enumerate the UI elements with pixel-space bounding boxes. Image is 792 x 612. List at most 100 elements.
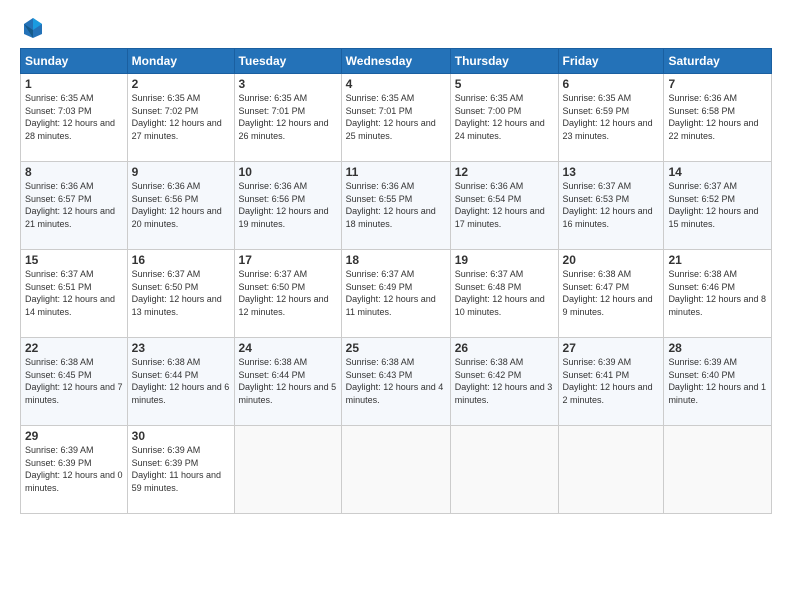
- day-info: Sunrise: 6:37 AM Sunset: 6:53 PM Dayligh…: [563, 181, 653, 229]
- day-cell: 23 Sunrise: 6:38 AM Sunset: 6:44 PM Dayl…: [127, 338, 234, 426]
- weekday-header-saturday: Saturday: [664, 49, 772, 74]
- day-info: Sunrise: 6:38 AM Sunset: 6:46 PM Dayligh…: [668, 269, 766, 317]
- day-cell: 4 Sunrise: 6:35 AM Sunset: 7:01 PM Dayli…: [341, 74, 450, 162]
- day-cell: 19 Sunrise: 6:37 AM Sunset: 6:48 PM Dayl…: [450, 250, 558, 338]
- day-cell: 21 Sunrise: 6:38 AM Sunset: 6:46 PM Dayl…: [664, 250, 772, 338]
- weekday-header-tuesday: Tuesday: [234, 49, 341, 74]
- week-row-4: 22 Sunrise: 6:38 AM Sunset: 6:45 PM Dayl…: [21, 338, 772, 426]
- day-number: 20: [563, 253, 660, 267]
- day-info: Sunrise: 6:37 AM Sunset: 6:48 PM Dayligh…: [455, 269, 545, 317]
- day-number: 18: [346, 253, 446, 267]
- day-info: Sunrise: 6:35 AM Sunset: 7:01 PM Dayligh…: [239, 93, 329, 141]
- weekday-header-row: SundayMondayTuesdayWednesdayThursdayFrid…: [21, 49, 772, 74]
- weekday-header-friday: Friday: [558, 49, 664, 74]
- day-number: 15: [25, 253, 123, 267]
- weekday-header-thursday: Thursday: [450, 49, 558, 74]
- day-number: 21: [668, 253, 767, 267]
- day-cell: [234, 426, 341, 514]
- day-cell: 28 Sunrise: 6:39 AM Sunset: 6:40 PM Dayl…: [664, 338, 772, 426]
- day-number: 11: [346, 165, 446, 179]
- day-info: Sunrise: 6:37 AM Sunset: 6:49 PM Dayligh…: [346, 269, 436, 317]
- day-info: Sunrise: 6:37 AM Sunset: 6:52 PM Dayligh…: [668, 181, 758, 229]
- day-number: 22: [25, 341, 123, 355]
- day-cell: 11 Sunrise: 6:36 AM Sunset: 6:55 PM Dayl…: [341, 162, 450, 250]
- day-info: Sunrise: 6:38 AM Sunset: 6:44 PM Dayligh…: [132, 357, 230, 405]
- day-number: 5: [455, 77, 554, 91]
- day-info: Sunrise: 6:35 AM Sunset: 7:03 PM Dayligh…: [25, 93, 115, 141]
- day-info: Sunrise: 6:38 AM Sunset: 6:43 PM Dayligh…: [346, 357, 444, 405]
- day-number: 30: [132, 429, 230, 443]
- day-cell: [450, 426, 558, 514]
- day-cell: 6 Sunrise: 6:35 AM Sunset: 6:59 PM Dayli…: [558, 74, 664, 162]
- day-cell: [664, 426, 772, 514]
- day-cell: 26 Sunrise: 6:38 AM Sunset: 6:42 PM Dayl…: [450, 338, 558, 426]
- day-info: Sunrise: 6:39 AM Sunset: 6:39 PM Dayligh…: [132, 445, 221, 493]
- calendar-table: SundayMondayTuesdayWednesdayThursdayFrid…: [20, 48, 772, 514]
- weekday-header-monday: Monday: [127, 49, 234, 74]
- day-number: 29: [25, 429, 123, 443]
- logo: [20, 16, 44, 38]
- day-info: Sunrise: 6:35 AM Sunset: 7:01 PM Dayligh…: [346, 93, 436, 141]
- day-number: 26: [455, 341, 554, 355]
- day-info: Sunrise: 6:38 AM Sunset: 6:44 PM Dayligh…: [239, 357, 337, 405]
- day-info: Sunrise: 6:39 AM Sunset: 6:41 PM Dayligh…: [563, 357, 653, 405]
- day-cell: 9 Sunrise: 6:36 AM Sunset: 6:56 PM Dayli…: [127, 162, 234, 250]
- day-number: 23: [132, 341, 230, 355]
- day-number: 19: [455, 253, 554, 267]
- day-info: Sunrise: 6:35 AM Sunset: 6:59 PM Dayligh…: [563, 93, 653, 141]
- day-number: 12: [455, 165, 554, 179]
- day-number: 28: [668, 341, 767, 355]
- day-number: 14: [668, 165, 767, 179]
- day-number: 1: [25, 77, 123, 91]
- day-number: 3: [239, 77, 337, 91]
- day-number: 7: [668, 77, 767, 91]
- day-info: Sunrise: 6:38 AM Sunset: 6:42 PM Dayligh…: [455, 357, 553, 405]
- weekday-header-wednesday: Wednesday: [341, 49, 450, 74]
- day-number: 8: [25, 165, 123, 179]
- day-info: Sunrise: 6:35 AM Sunset: 7:02 PM Dayligh…: [132, 93, 222, 141]
- day-info: Sunrise: 6:38 AM Sunset: 6:45 PM Dayligh…: [25, 357, 123, 405]
- week-row-3: 15 Sunrise: 6:37 AM Sunset: 6:51 PM Dayl…: [21, 250, 772, 338]
- day-info: Sunrise: 6:38 AM Sunset: 6:47 PM Dayligh…: [563, 269, 653, 317]
- day-info: Sunrise: 6:39 AM Sunset: 6:40 PM Dayligh…: [668, 357, 766, 405]
- day-cell: 7 Sunrise: 6:36 AM Sunset: 6:58 PM Dayli…: [664, 74, 772, 162]
- day-info: Sunrise: 6:36 AM Sunset: 6:55 PM Dayligh…: [346, 181, 436, 229]
- day-number: 25: [346, 341, 446, 355]
- day-cell: 24 Sunrise: 6:38 AM Sunset: 6:44 PM Dayl…: [234, 338, 341, 426]
- day-cell: 13 Sunrise: 6:37 AM Sunset: 6:53 PM Dayl…: [558, 162, 664, 250]
- day-number: 13: [563, 165, 660, 179]
- header: [20, 16, 772, 38]
- day-info: Sunrise: 6:37 AM Sunset: 6:51 PM Dayligh…: [25, 269, 115, 317]
- day-cell: 18 Sunrise: 6:37 AM Sunset: 6:49 PM Dayl…: [341, 250, 450, 338]
- day-cell: 25 Sunrise: 6:38 AM Sunset: 6:43 PM Dayl…: [341, 338, 450, 426]
- day-info: Sunrise: 6:36 AM Sunset: 6:57 PM Dayligh…: [25, 181, 115, 229]
- day-info: Sunrise: 6:36 AM Sunset: 6:58 PM Dayligh…: [668, 93, 758, 141]
- day-info: Sunrise: 6:36 AM Sunset: 6:54 PM Dayligh…: [455, 181, 545, 229]
- day-number: 6: [563, 77, 660, 91]
- day-cell: 1 Sunrise: 6:35 AM Sunset: 7:03 PM Dayli…: [21, 74, 128, 162]
- day-cell: 15 Sunrise: 6:37 AM Sunset: 6:51 PM Dayl…: [21, 250, 128, 338]
- weekday-header-sunday: Sunday: [21, 49, 128, 74]
- day-cell: 5 Sunrise: 6:35 AM Sunset: 7:00 PM Dayli…: [450, 74, 558, 162]
- day-number: 9: [132, 165, 230, 179]
- day-number: 10: [239, 165, 337, 179]
- day-cell: 14 Sunrise: 6:37 AM Sunset: 6:52 PM Dayl…: [664, 162, 772, 250]
- day-info: Sunrise: 6:37 AM Sunset: 6:50 PM Dayligh…: [132, 269, 222, 317]
- day-cell: 17 Sunrise: 6:37 AM Sunset: 6:50 PM Dayl…: [234, 250, 341, 338]
- calendar-page: SundayMondayTuesdayWednesdayThursdayFrid…: [0, 0, 792, 612]
- day-info: Sunrise: 6:36 AM Sunset: 6:56 PM Dayligh…: [239, 181, 329, 229]
- week-row-1: 1 Sunrise: 6:35 AM Sunset: 7:03 PM Dayli…: [21, 74, 772, 162]
- day-cell: 29 Sunrise: 6:39 AM Sunset: 6:39 PM Dayl…: [21, 426, 128, 514]
- day-number: 24: [239, 341, 337, 355]
- day-cell: [558, 426, 664, 514]
- day-cell: 16 Sunrise: 6:37 AM Sunset: 6:50 PM Dayl…: [127, 250, 234, 338]
- day-cell: 12 Sunrise: 6:36 AM Sunset: 6:54 PM Dayl…: [450, 162, 558, 250]
- day-cell: 3 Sunrise: 6:35 AM Sunset: 7:01 PM Dayli…: [234, 74, 341, 162]
- day-cell: 30 Sunrise: 6:39 AM Sunset: 6:39 PM Dayl…: [127, 426, 234, 514]
- week-row-2: 8 Sunrise: 6:36 AM Sunset: 6:57 PM Dayli…: [21, 162, 772, 250]
- day-number: 27: [563, 341, 660, 355]
- day-cell: 8 Sunrise: 6:36 AM Sunset: 6:57 PM Dayli…: [21, 162, 128, 250]
- day-cell: 20 Sunrise: 6:38 AM Sunset: 6:47 PM Dayl…: [558, 250, 664, 338]
- day-info: Sunrise: 6:36 AM Sunset: 6:56 PM Dayligh…: [132, 181, 222, 229]
- day-number: 4: [346, 77, 446, 91]
